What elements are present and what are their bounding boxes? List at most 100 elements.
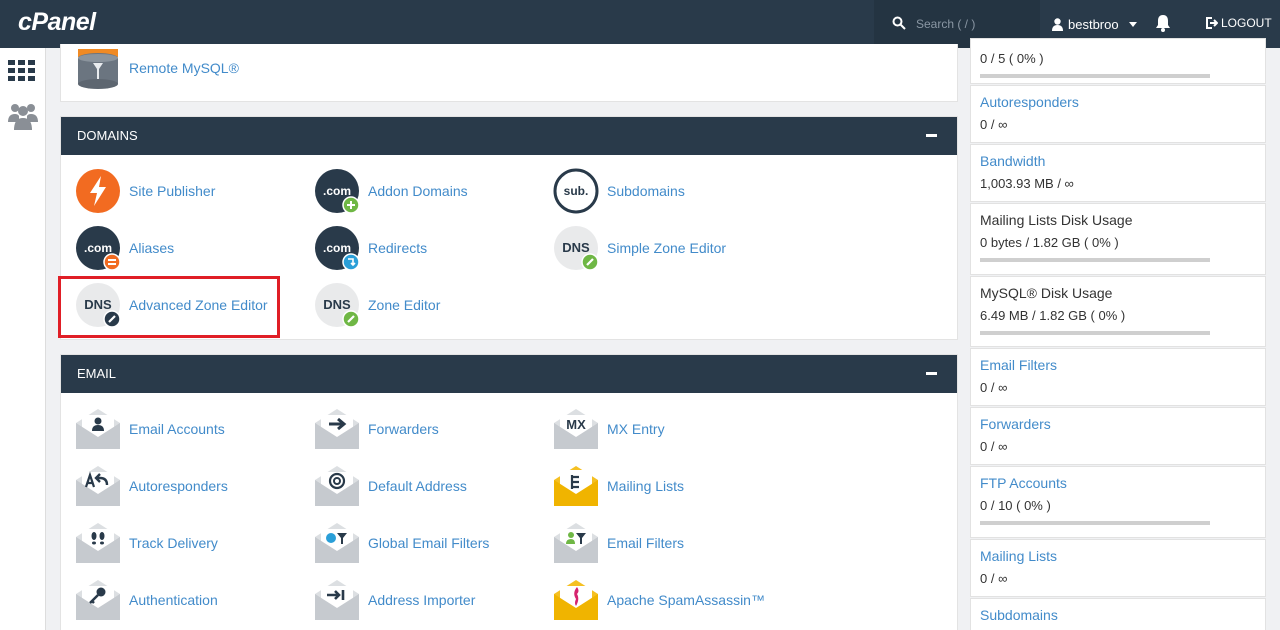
- user-icon: [1052, 17, 1063, 31]
- email-accounts-label: Email Accounts: [129, 421, 225, 437]
- stat-ftp-accounts: FTP Accounts 0 / 10 ( 0% ): [970, 466, 1266, 538]
- stat-name: Mailing Lists Disk Usage: [980, 212, 1133, 228]
- usage-bar: [980, 331, 1210, 335]
- stat-name: MySQL® Disk Usage: [980, 285, 1113, 301]
- domains-panel-header[interactable]: DOMAINS: [61, 117, 957, 155]
- stat-value: 6.49 MB / 1.82 GB ( 0% ): [980, 308, 1126, 323]
- apache-spamassassin-icon: [554, 580, 598, 620]
- stats-sidebar: 0 / 5 ( 0% ) Autoresponders 0 / ∞ Bandwi…: [970, 38, 1266, 630]
- email-accounts-item[interactable]: Email Accounts: [75, 405, 225, 453]
- email-panel: EMAIL Email Accounts Forwarders MX MX En…: [60, 354, 958, 630]
- redirects-item[interactable]: .com Redirects: [314, 224, 427, 272]
- stat-name[interactable]: Forwarders: [980, 416, 1256, 432]
- highlight-box: [58, 276, 280, 338]
- aliases-item[interactable]: .com Aliases: [75, 224, 174, 272]
- autoresponders-item[interactable]: Autoresponders: [75, 462, 228, 510]
- mx-entry-label: MX Entry: [607, 421, 665, 437]
- zone-editor-icon: DNS: [315, 283, 360, 328]
- mx-icon-text: MX: [566, 417, 586, 432]
- domains-title: DOMAINS: [77, 128, 138, 143]
- stat-name[interactable]: Bandwidth: [980, 153, 1256, 169]
- mx-entry-icon: MX: [554, 409, 598, 449]
- stat-name[interactable]: Subdomains: [980, 607, 1256, 623]
- com-icon-text: .com: [323, 184, 351, 198]
- authentication-icon: [76, 580, 120, 620]
- authentication-label: Authentication: [129, 592, 218, 608]
- site-publisher-label: Site Publisher: [129, 183, 216, 199]
- simple-zone-editor-item[interactable]: DNS Simple Zone Editor: [553, 224, 726, 272]
- autoresponders-icon: [76, 466, 120, 506]
- stat-value: 0 / ∞: [980, 380, 1008, 395]
- stat-item: 0 / 5 ( 0% ): [970, 38, 1266, 84]
- stat-bandwidth: Bandwidth 1,003.93 MB / ∞: [970, 144, 1266, 202]
- forwarders-item[interactable]: Forwarders: [314, 405, 439, 453]
- users-icon[interactable]: [8, 102, 38, 130]
- track-delivery-item[interactable]: Track Delivery: [75, 519, 218, 567]
- email-filters-item[interactable]: Email Filters: [553, 519, 684, 567]
- remote-mysql-item[interactable]: Remote MySQL®: [75, 44, 239, 92]
- com-icon-text: .com: [84, 241, 112, 255]
- stat-value: 0 / ∞: [980, 571, 1008, 586]
- chevron-down-icon: [1128, 21, 1137, 27]
- collapse-icon[interactable]: [926, 134, 937, 137]
- simple-zone-editor-label: Simple Zone Editor: [607, 240, 727, 256]
- logout-button[interactable]: LOGOUT: [1206, 16, 1272, 30]
- stat-name[interactable]: Autoresponders: [980, 94, 1256, 110]
- mailing-lists-item[interactable]: Mailing Lists: [553, 462, 684, 510]
- apache-spamassassin-item[interactable]: Apache SpamAssassin™: [553, 576, 765, 624]
- default-address-label: Default Address: [368, 478, 467, 494]
- zone-editor-item[interactable]: DNS Zone Editor: [314, 281, 440, 329]
- email-filters-label: Email Filters: [607, 535, 685, 551]
- remote-mysql-label: Remote MySQL®: [129, 60, 239, 76]
- track-delivery-label: Track Delivery: [129, 535, 218, 551]
- com-icon-text: .com: [323, 241, 351, 255]
- authentication-item[interactable]: Authentication: [75, 576, 218, 624]
- remote-mysql-icon: [78, 49, 118, 89]
- stat-value: 0 / ∞: [980, 117, 1008, 132]
- stat-autoresponders: Autoresponders 0 / ∞: [970, 85, 1266, 143]
- usage-bar: [980, 74, 1210, 78]
- addon-domains-item[interactable]: .com Addon Domains: [314, 167, 468, 215]
- email-title: EMAIL: [77, 366, 117, 381]
- stat-name[interactable]: Email Filters: [980, 357, 1256, 373]
- email-panel-header[interactable]: EMAIL: [61, 355, 957, 393]
- logout-icon: [1206, 17, 1218, 29]
- usage-bar: [980, 521, 1210, 525]
- apache-spamassassin-label: Apache SpamAssassin™: [607, 592, 765, 608]
- site-publisher-item[interactable]: Site Publisher: [75, 167, 215, 215]
- subdomains-item[interactable]: sub. Subdomains: [553, 167, 685, 215]
- notifications-bell-icon[interactable]: [1155, 14, 1171, 32]
- cpanel-logo[interactable]: cPanel: [18, 8, 96, 37]
- addon-domains-icon: .com: [315, 169, 360, 214]
- left-rail: [0, 48, 46, 630]
- collapse-icon[interactable]: [926, 372, 937, 375]
- mx-entry-item[interactable]: MX MX Entry: [553, 405, 665, 453]
- track-delivery-icon: [76, 523, 120, 563]
- stat-subdomains: Subdomains: [970, 598, 1266, 630]
- forwarders-label: Forwarders: [368, 421, 439, 437]
- usage-bar: [980, 258, 1210, 262]
- stat-name[interactable]: FTP Accounts: [980, 475, 1256, 491]
- stat-value: 1,003.93 MB / ∞: [980, 176, 1074, 191]
- dns-icon-text: DNS: [562, 240, 590, 255]
- stat-email-filters: Email Filters 0 / ∞: [970, 348, 1266, 406]
- global-email-filters-item[interactable]: Global Email Filters: [314, 519, 489, 567]
- subdomains-label: Subdomains: [607, 183, 685, 199]
- sub-icon-text: sub.: [564, 184, 589, 198]
- mailing-lists-label: Mailing Lists: [607, 478, 685, 494]
- grid-apps-icon[interactable]: [8, 60, 36, 82]
- email-accounts-icon: [76, 409, 120, 449]
- stat-name[interactable]: Mailing Lists: [980, 548, 1256, 564]
- stat-mailing-lists-disk-usage: Mailing Lists Disk Usage 0 bytes / 1.82 …: [970, 203, 1266, 275]
- address-importer-icon: [315, 580, 359, 620]
- aliases-label: Aliases: [129, 240, 175, 256]
- stat-value: 0 / 5 ( 0% ): [980, 51, 1044, 66]
- scrollbar[interactable]: [1272, 48, 1280, 630]
- default-address-item[interactable]: Default Address: [314, 462, 467, 510]
- logout-label: LOGOUT: [1221, 16, 1272, 30]
- stat-value: 0 / ∞: [980, 439, 1008, 454]
- search-input[interactable]: [916, 14, 1031, 34]
- search-icon: [892, 16, 906, 30]
- address-importer-item[interactable]: Address Importer: [314, 576, 475, 624]
- global-email-filters-icon: [315, 523, 359, 563]
